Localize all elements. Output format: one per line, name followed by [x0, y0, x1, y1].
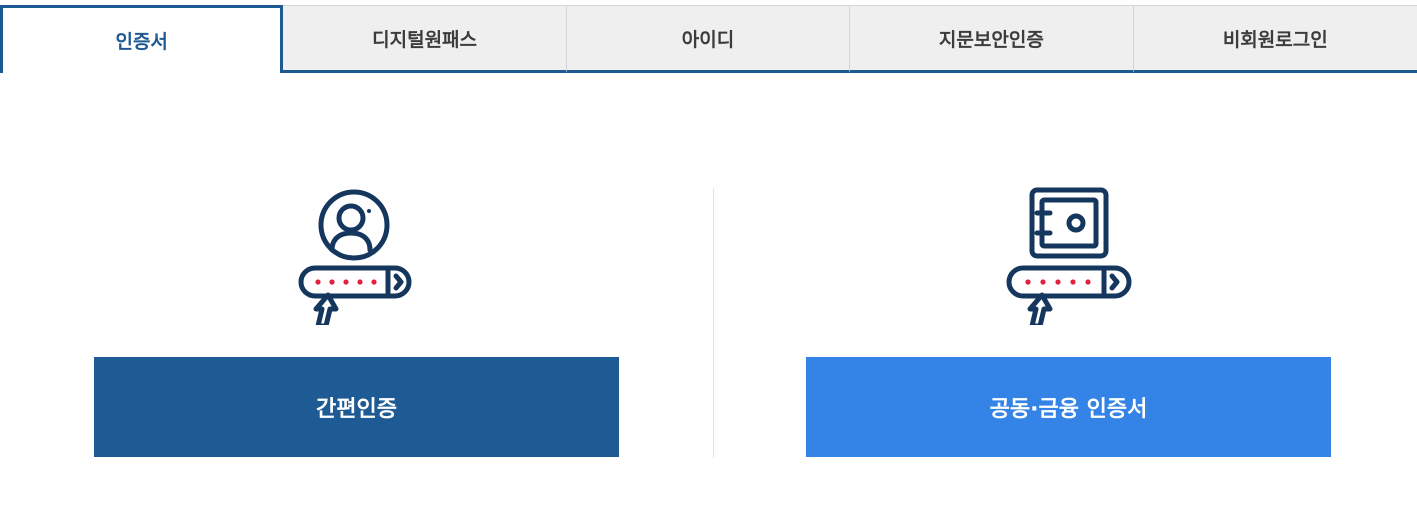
tab-digital-onepass[interactable]: 디지털원패스 [283, 5, 567, 73]
tab-certificate[interactable]: 인증서 [0, 5, 284, 73]
tab-fingerprint[interactable]: 지문보안인증 [850, 5, 1134, 73]
login-tabs: 인증서 디지털원패스 아이디 지문보안인증 비회원로그인 [0, 5, 1417, 73]
column-divider [713, 188, 714, 458]
person-password-icon [298, 189, 412, 325]
simple-auth-button[interactable]: 간편인증 [94, 357, 619, 457]
tab-guest-login[interactable]: 비회원로그인 [1133, 5, 1417, 73]
certificate-button[interactable]: 공동·금융 인증서 [806, 357, 1331, 457]
tab-id[interactable]: 아이디 [566, 5, 851, 73]
safe-password-icon [1006, 187, 1132, 325]
